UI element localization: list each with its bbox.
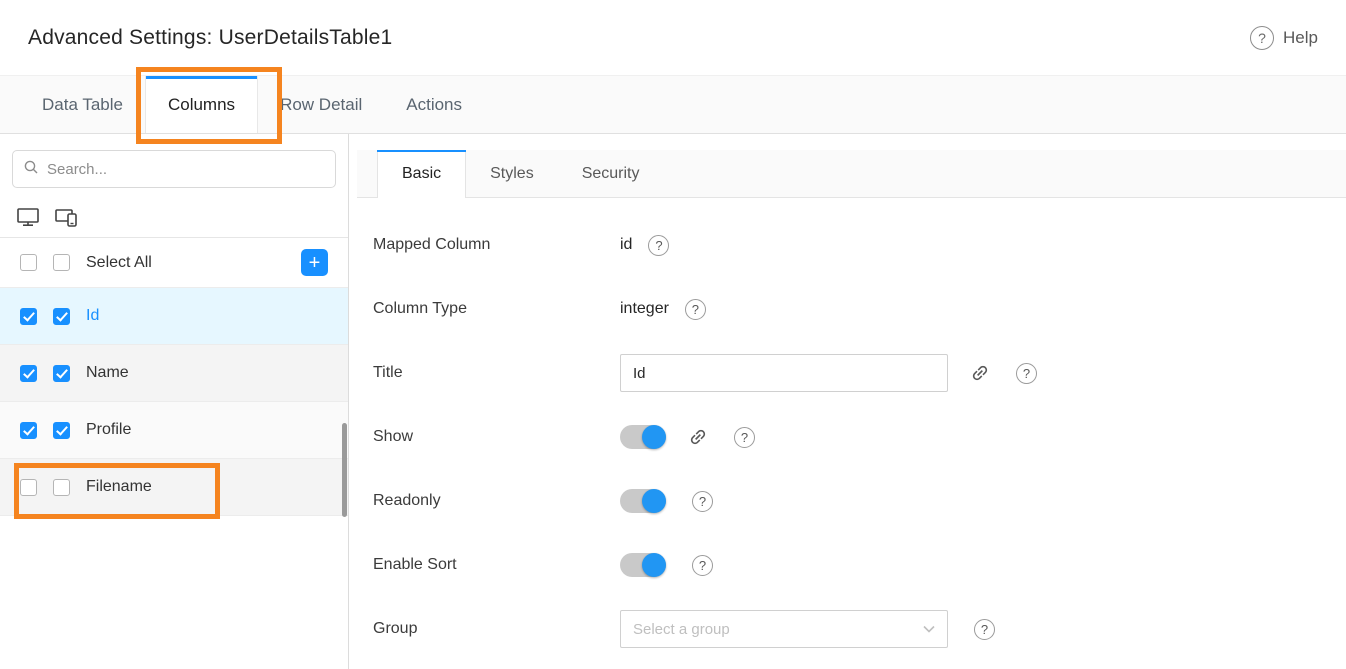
tab-row-detail[interactable]: Row Detail xyxy=(258,76,384,133)
sidebar-scrollbar[interactable] xyxy=(342,423,347,517)
readonly-help-icon[interactable]: ? xyxy=(692,491,713,512)
column-row-id[interactable]: Id xyxy=(0,288,348,345)
id-mobile-checkbox[interactable] xyxy=(53,308,70,325)
group-select[interactable]: Select a group xyxy=(620,610,948,648)
mapped-column-value: id xyxy=(620,236,632,254)
tab-actions[interactable]: Actions xyxy=(384,76,484,133)
title-link-icon[interactable] xyxy=(966,359,994,387)
profile-mobile-checkbox[interactable] xyxy=(53,422,70,439)
filename-mobile-checkbox[interactable] xyxy=(53,479,70,496)
select-all-mobile-checkbox[interactable] xyxy=(53,254,70,271)
help-icon: ? xyxy=(1250,26,1274,50)
enable-sort-toggle[interactable] xyxy=(620,553,666,577)
readonly-label: Readonly xyxy=(373,492,620,510)
column-type-help-icon[interactable]: ? xyxy=(685,299,706,320)
page-title: Advanced Settings: UserDetailsTable1 xyxy=(28,26,392,50)
show-label: Show xyxy=(373,428,620,446)
column-type-row: Column Type integer ? xyxy=(373,290,1346,328)
profile-desktop-checkbox[interactable] xyxy=(20,422,37,439)
header: Advanced Settings: UserDetailsTable1 ? H… xyxy=(0,0,1346,76)
select-all-row[interactable]: Select All + xyxy=(0,238,348,288)
column-row-label: Name xyxy=(86,364,129,382)
add-column-button[interactable]: + xyxy=(301,249,328,276)
tab-basic[interactable]: Basic xyxy=(377,150,466,198)
select-all-label: Select All xyxy=(86,254,152,272)
tab-data-table[interactable]: Data Table xyxy=(20,76,145,133)
name-mobile-checkbox[interactable] xyxy=(53,365,70,382)
enable-sort-label: Enable Sort xyxy=(373,556,620,574)
enable-sort-help-icon[interactable]: ? xyxy=(692,555,713,576)
group-row: Group Select a group ? xyxy=(373,610,1346,648)
title-input[interactable] xyxy=(620,354,948,392)
mapped-column-row: Mapped Column id ? xyxy=(373,226,1346,264)
group-help-icon[interactable]: ? xyxy=(974,619,995,640)
readonly-toggle[interactable] xyxy=(620,489,666,513)
column-row-label: Filename xyxy=(86,478,152,496)
tab-columns[interactable]: Columns xyxy=(145,76,258,133)
readonly-row: Readonly ? xyxy=(373,482,1346,520)
tab-styles[interactable]: Styles xyxy=(466,150,558,197)
select-all-desktop-checkbox[interactable] xyxy=(20,254,37,271)
search-input[interactable] xyxy=(47,161,325,178)
show-help-icon[interactable]: ? xyxy=(734,427,755,448)
title-row: Title ? xyxy=(373,354,1346,392)
show-toggle[interactable] xyxy=(620,425,666,449)
device-toggle-row xyxy=(0,198,348,238)
group-label: Group xyxy=(373,620,620,638)
help-button[interactable]: ? Help xyxy=(1250,26,1318,50)
mobile-icon[interactable] xyxy=(54,206,80,228)
id-desktop-checkbox[interactable] xyxy=(20,308,37,325)
main-tab-bar: Data Table Columns Row Detail Actions xyxy=(0,76,1346,134)
title-help-icon[interactable]: ? xyxy=(1016,363,1037,384)
desktop-icon[interactable] xyxy=(16,206,40,228)
enable-sort-row: Enable Sort ? xyxy=(373,546,1346,584)
column-row-profile[interactable]: Profile xyxy=(0,402,348,459)
name-desktop-checkbox[interactable] xyxy=(20,365,37,382)
help-label: Help xyxy=(1283,28,1318,48)
column-type-value: integer xyxy=(620,300,669,318)
group-select-placeholder: Select a group xyxy=(633,621,923,638)
search-box xyxy=(12,150,336,188)
tab-security[interactable]: Security xyxy=(558,150,664,197)
show-row: Show ? xyxy=(373,418,1346,456)
column-row-name[interactable]: Name xyxy=(0,345,348,402)
column-row-label: Profile xyxy=(86,421,131,439)
column-row-filename[interactable]: Filename xyxy=(0,459,348,516)
chevron-down-icon xyxy=(923,620,935,638)
column-row-label: Id xyxy=(86,307,99,325)
mapped-column-help-icon[interactable]: ? xyxy=(648,235,669,256)
search-icon xyxy=(23,159,39,180)
column-settings-panel: Basic Styles Security Mapped Column id ?… xyxy=(349,134,1346,669)
show-link-icon[interactable] xyxy=(684,423,712,451)
column-type-label: Column Type xyxy=(373,300,620,318)
panel-tab-bar: Basic Styles Security xyxy=(357,150,1346,198)
advanced-settings-window: Advanced Settings: UserDetailsTable1 ? H… xyxy=(0,0,1346,669)
title-label: Title xyxy=(373,364,620,382)
columns-sidebar: Select All + Id Name Profile xyxy=(0,134,349,669)
basic-settings-form: Mapped Column id ? Column Type integer ?… xyxy=(357,198,1346,648)
mapped-column-label: Mapped Column xyxy=(373,236,620,254)
content-area: Select All + Id Name Profile xyxy=(0,134,1346,669)
filename-desktop-checkbox[interactable] xyxy=(20,479,37,496)
